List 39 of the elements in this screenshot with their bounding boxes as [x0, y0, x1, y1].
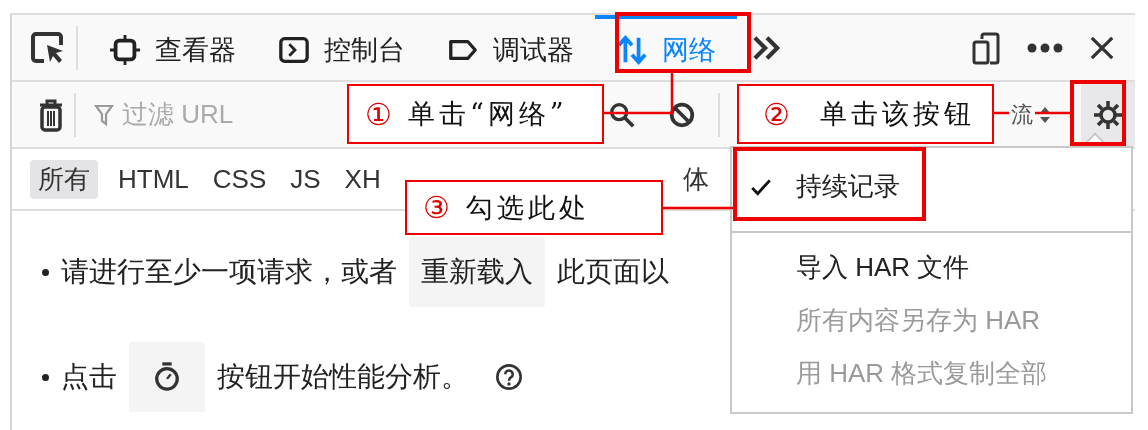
panel-tab[interactable]: 调试器: [426, 15, 595, 80]
block-icon[interactable]: [668, 100, 696, 129]
responsive-design-icon[interactable]: [971, 30, 1001, 65]
bullet-icon: [42, 268, 49, 276]
filter-tab[interactable]: XH: [340, 161, 385, 197]
filter-tab[interactable]: CSS: [208, 161, 271, 197]
menu-item[interactable]: 导入 HAR 文件: [796, 250, 970, 285]
callout-label: ① 单击“网络”: [347, 84, 604, 144]
element-picker-icon[interactable]: [30, 30, 66, 65]
more-icon[interactable]: [1027, 42, 1063, 53]
close-icon[interactable]: [1089, 34, 1115, 61]
panel-tab[interactable]: 控制台: [257, 15, 426, 80]
chevron-icon[interactable]: [751, 33, 783, 62]
stopwatch-icon: [153, 361, 181, 393]
panel-tab[interactable]: 查看器: [88, 15, 257, 80]
hint-text: 按钮开始性能分析。: [217, 360, 469, 394]
callout-label: ③ 勾选此处: [405, 180, 663, 235]
search-icon[interactable]: [608, 100, 636, 129]
filter-tab[interactable]: JS: [286, 161, 325, 197]
filter-tab[interactable]: 所有: [30, 159, 98, 199]
filter-tab[interactable]: 体: [678, 159, 713, 199]
crosshair-icon: [109, 33, 141, 66]
filter-tab[interactable]: HTML: [114, 161, 193, 197]
funnel-icon: [94, 102, 114, 127]
up-down-arrows-icon: [616, 33, 648, 66]
hint-text: 此页面以: [557, 255, 669, 289]
hint-text: 请进行至少一项请求，或者: [61, 255, 397, 289]
menu-item[interactable]: 持续记录: [796, 169, 900, 204]
trash-icon[interactable]: [38, 97, 64, 132]
hint-text: 点击: [61, 360, 117, 394]
callout-label: ② 单击该按钮: [737, 84, 994, 144]
help-icon[interactable]: [495, 363, 523, 391]
bullet-icon: [42, 373, 49, 381]
leader-line: [603, 72, 674, 115]
gear-icon: [1092, 98, 1124, 131]
filter-field[interactable]: 过滤 URL: [122, 99, 322, 130]
stopwatch-button[interactable]: [129, 342, 205, 412]
leader-line: [662, 206, 733, 210]
reload-button[interactable]: 重新载入: [409, 237, 545, 307]
